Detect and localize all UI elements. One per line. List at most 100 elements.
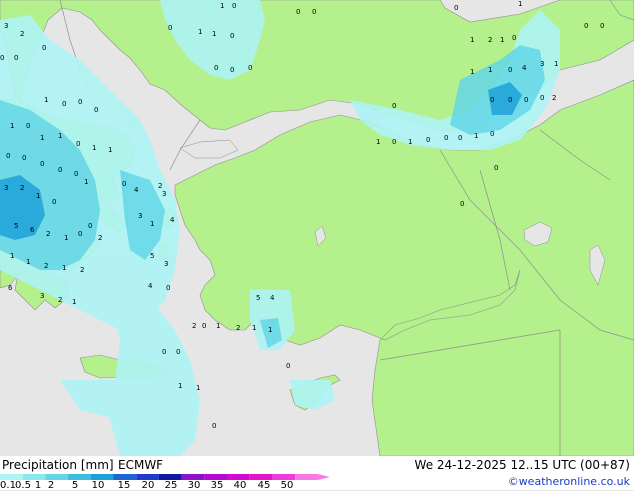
legend-label: 15 <box>117 480 131 491</box>
legend-label: 25 <box>164 480 178 491</box>
precip-value-label: 4 <box>148 282 153 290</box>
precip-value-label: 1 <box>178 382 182 390</box>
precip-value-label: 0 <box>426 136 430 144</box>
precip-value-label: 3 <box>138 212 142 220</box>
legend-label: 0.1 <box>0 480 16 491</box>
precip-value-label: 1 <box>216 322 220 330</box>
precip-value-label: 1 <box>376 138 380 146</box>
precip-value-label: 1 <box>518 0 522 8</box>
map-canvas: 32010 0 0 100 1 1 00 0 00 01 0 00011 10 0003 2105 6 2 1 00… <box>0 0 634 457</box>
precip-value-label: 0 <box>0 54 4 62</box>
precip-value-label: 3 <box>4 22 8 30</box>
precip-value-label: 0 <box>508 96 512 104</box>
map-title: Precipitation [mm] <box>2 458 114 472</box>
precip-value-label: 4 <box>134 186 139 194</box>
legend-label: 0.5 <box>15 480 31 491</box>
precip-value-label: 1 <box>488 66 492 74</box>
precip-value-label: 0 <box>78 98 82 106</box>
precip-value-label: 1 <box>470 68 474 76</box>
precip-value-label: 0 <box>392 102 396 110</box>
legend-label: 20 <box>141 480 155 491</box>
precip-value-label: 0 <box>600 22 604 30</box>
precip-value-label: 0 <box>58 166 62 174</box>
precip-value-label: 1 <box>64 234 68 242</box>
precipitation-map: 3201000100110000001000011100003210562100… <box>0 0 634 457</box>
precip-value-label: 1 <box>72 298 76 306</box>
precip-value-label: 0 <box>490 96 494 104</box>
precip-value-label: 2 <box>158 182 162 190</box>
precip-value-label: 0 <box>14 54 18 62</box>
credit-link[interactable]: ©weatheronline.co.uk <box>508 475 630 488</box>
precip-value-label: 1 <box>84 178 88 186</box>
precip-value-label: 1 <box>554 60 558 68</box>
precip-value-label: 0 <box>168 24 172 32</box>
precip-value-label: 4 <box>270 294 275 302</box>
precip-value-label: 0 <box>232 2 236 10</box>
precip-value-label: 0 <box>454 4 458 12</box>
precip-value-label: 0 <box>6 152 10 160</box>
precip-value-label: 3 <box>540 60 544 68</box>
precip-value-label: 1 <box>198 28 202 36</box>
precip-value-label: 0 <box>202 322 206 330</box>
model-name: ECMWF <box>118 458 164 472</box>
precip-value-label: 2 <box>98 234 102 242</box>
precip-value-label: 1 <box>150 220 154 228</box>
precip-value-label: 1 <box>10 122 14 130</box>
precip-value-label: 5 <box>256 294 260 302</box>
precip-value-label: 0 <box>312 8 316 16</box>
precip-value-label: 0 <box>296 8 300 16</box>
precip-value-label: 6 <box>30 226 35 234</box>
precip-value-label: 1 <box>58 132 62 140</box>
precip-value-label: 1 <box>196 384 200 392</box>
precip-value-label: 1 <box>212 30 216 38</box>
precip-value-label: 0 <box>286 362 290 370</box>
precip-value-label: 1 <box>92 144 96 152</box>
precip-value-label: 0 <box>212 422 216 430</box>
precip-value-label: 0 <box>444 134 448 142</box>
precip-value-label: 6 <box>8 284 13 292</box>
precip-value-label: 0 <box>508 66 512 74</box>
precip-value-label: 2 <box>58 296 62 304</box>
precip-value-label: 1 <box>268 326 272 334</box>
precip-value-label: 2 <box>552 94 556 102</box>
precip-value-label: 0 <box>230 66 234 74</box>
legend-label: 5 <box>71 480 79 491</box>
precip-value-label: 2 <box>236 324 240 332</box>
precip-value-label: 0 <box>94 106 98 114</box>
precip-value-label: 5 <box>14 222 18 230</box>
precip-value-label: 2 <box>192 322 196 330</box>
precip-value-label: 0 <box>22 154 26 162</box>
precip-value-label: 1 <box>62 264 66 272</box>
precip-value-label: 3 <box>162 190 166 198</box>
precip-value-label: 5 <box>150 252 154 260</box>
precip-value-label: 1 <box>108 146 112 154</box>
precip-value-label: 0 <box>122 180 126 188</box>
precip-value-label: 0 <box>248 64 252 72</box>
precip-value-label: 0 <box>392 138 396 146</box>
precip-value-label: 0 <box>230 32 234 40</box>
precip-value-label: 1 <box>470 36 474 44</box>
precip-value-label: 0 <box>40 160 44 168</box>
legend-label: 45 <box>257 480 271 491</box>
precip-value-label: 1 <box>26 258 30 266</box>
precip-value-label: 0 <box>540 94 544 102</box>
legend-arrow <box>317 474 330 480</box>
precip-value-label: 3 <box>4 184 8 192</box>
precip-value-label: 0 <box>78 230 82 238</box>
precip-value-label: 1 <box>10 252 14 260</box>
precip-value-label: 0 <box>162 348 166 356</box>
precip-value-label: 0 <box>490 130 494 138</box>
precip-value-label: 0 <box>176 348 180 356</box>
precip-value-label: 1 <box>36 192 40 200</box>
precip-value-label: 3 <box>40 292 44 300</box>
precip-value-label: 2 <box>80 266 84 274</box>
precip-value-label: 1 <box>252 324 256 332</box>
precip-value-label: 2 <box>44 262 48 270</box>
precip-value-label: 0 <box>584 22 588 30</box>
precip-value-label: 1 <box>408 138 412 146</box>
precip-value-label: 0 <box>26 122 30 130</box>
precip-value-label: 0 <box>494 164 498 172</box>
precip-value-label: 0 <box>62 100 66 108</box>
precip-value-label: 0 <box>214 64 218 72</box>
legend-label: 1 <box>34 480 42 491</box>
